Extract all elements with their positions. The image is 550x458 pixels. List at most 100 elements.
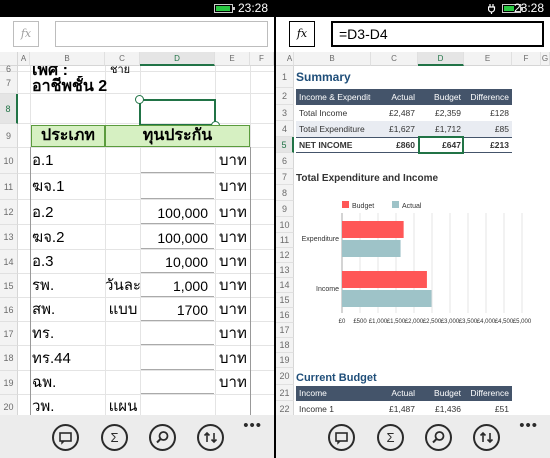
cell-type: อ.3 (32, 253, 54, 270)
summary-cell[interactable]: £2,487 (371, 105, 418, 121)
row-header-8[interactable]: 8 (276, 185, 294, 201)
category-label: Expenditure (302, 236, 339, 243)
row-header-2[interactable]: 2 (276, 88, 294, 105)
row-header-14[interactable]: 14 (276, 278, 294, 293)
gridline (105, 66, 106, 415)
row-header-12[interactable]: 12 (276, 248, 294, 263)
row-header-22[interactable]: 22 (276, 401, 294, 415)
column-header-d[interactable]: D (418, 52, 464, 66)
row-header-13[interactable]: 13 (0, 225, 18, 250)
app-bar: Σ ••• (0, 415, 274, 458)
row-header-20[interactable]: 20 (276, 368, 294, 385)
column-header-a[interactable]: A (18, 52, 30, 66)
sheets-icon[interactable] (52, 424, 79, 451)
column-header-b[interactable]: B (30, 52, 105, 66)
row-header-7[interactable]: 7 (0, 72, 18, 94)
search-icon[interactable] (149, 424, 176, 451)
row-header-16[interactable]: 16 (0, 298, 18, 322)
spreadsheet-grid[interactable]: A B C D E F G 1 2 3 4 5 6 7 8 9 10 11 12 13 14 15 16 17 18 19 20 21… (276, 52, 550, 415)
row-header-12[interactable]: 12 (0, 200, 18, 225)
amount-field[interactable] (141, 348, 214, 370)
column-header-c[interactable]: C (105, 52, 140, 66)
row-header-14[interactable]: 14 (0, 250, 18, 274)
sheets-icon[interactable] (328, 424, 355, 451)
row-header-19[interactable]: 19 (276, 353, 294, 368)
row-header-6[interactable]: 6 (276, 153, 294, 169)
current-cell[interactable]: £1,436 (418, 401, 464, 415)
row-header-16[interactable]: 16 (276, 308, 294, 323)
selection-handle-top-left[interactable] (135, 95, 144, 104)
column-header-e[interactable]: E (215, 52, 250, 66)
column-header-c[interactable]: C (371, 52, 418, 66)
amount-field[interactable]: 1,000 (141, 276, 214, 297)
row-header-10[interactable]: 10 (276, 217, 294, 233)
row-header-1[interactable]: 1 (276, 66, 294, 88)
row-header-18[interactable]: 18 (0, 346, 18, 371)
amount-field[interactable]: 100,000 (141, 202, 214, 224)
summary-cell[interactable]: £1,627 (371, 121, 418, 137)
row-header-9[interactable]: 9 (0, 124, 18, 148)
formula-input[interactable] (55, 21, 268, 47)
column-header-d[interactable]: D (140, 52, 215, 66)
summary-cell[interactable]: Total Income (296, 105, 371, 121)
summary-cell[interactable]: Total Expenditure (296, 121, 371, 137)
row-header-8[interactable]: 8 (0, 94, 18, 124)
sort-icon[interactable] (473, 424, 500, 451)
more-button[interactable]: ••• (519, 417, 538, 434)
row-header-21[interactable]: 21 (276, 385, 294, 401)
summary-cell[interactable]: £128 (464, 105, 512, 121)
row-header-9[interactable]: 9 (276, 201, 294, 217)
row-header-4[interactable]: 4 (276, 121, 294, 137)
amount-field[interactable] (141, 397, 214, 415)
function-button[interactable]: fx (289, 21, 315, 47)
summary-cell[interactable]: £2,359 (418, 105, 464, 121)
column-header-a[interactable]: A (286, 52, 294, 66)
column-header-g[interactable]: G (541, 52, 550, 66)
amount-field[interactable]: 10,000 (141, 252, 214, 273)
function-button[interactable]: fx (13, 21, 39, 47)
amount-field[interactable]: 100,000 (141, 227, 214, 249)
search-icon[interactable] (425, 424, 452, 451)
summary-cell[interactable]: £85 (464, 121, 512, 137)
row-header-15[interactable]: 15 (276, 293, 294, 308)
row-header-7[interactable]: 7 (276, 169, 294, 185)
selected-cell-d5[interactable] (418, 136, 464, 154)
row-header-11[interactable]: 11 (276, 233, 294, 248)
autosum-icon[interactable]: Σ (101, 424, 128, 451)
row-header-18[interactable]: 18 (276, 338, 294, 353)
row-header-17[interactable]: 17 (0, 322, 18, 346)
amount-field[interactable] (141, 373, 214, 394)
summary-col-header: Actual (371, 89, 418, 105)
cell-unit: บาท (219, 301, 247, 318)
current-col-header: Actual (371, 386, 418, 401)
amount-field[interactable]: 1700 (141, 300, 214, 321)
formula-input[interactable]: =D3-D4 (331, 21, 544, 47)
column-header-f[interactable]: F (250, 52, 274, 66)
current-cell[interactable]: £1,487 (371, 401, 418, 415)
row-header-3[interactable]: 3 (276, 105, 294, 121)
row-header-11[interactable]: 11 (0, 174, 18, 200)
row-header-17[interactable]: 17 (276, 323, 294, 338)
row-header-10[interactable]: 10 (0, 148, 18, 174)
amount-field[interactable] (141, 150, 214, 173)
current-cell[interactable]: £51 (464, 401, 512, 415)
summary-cell[interactable]: £1,712 (418, 121, 464, 137)
current-cell[interactable]: Income 1 (296, 401, 371, 415)
column-header-b[interactable]: B (294, 52, 371, 66)
row-header-19[interactable]: 19 (0, 371, 18, 395)
sort-icon[interactable] (197, 424, 224, 451)
row-header-15[interactable]: 15 (0, 274, 18, 298)
autosum-icon[interactable]: Σ (377, 424, 404, 451)
more-button[interactable]: ••• (243, 417, 262, 434)
column-header-e[interactable]: E (464, 52, 512, 66)
selected-cell-d8[interactable] (139, 99, 216, 126)
spreadsheet-grid[interactable]: A B C D E F 6 7 8 9 10 11 12 13 14 15 16 17 18 19 20 เพศ : ชาย… (0, 52, 274, 415)
row-header-13[interactable]: 13 (276, 263, 294, 278)
amount-field[interactable] (141, 176, 214, 199)
column-header-f[interactable]: F (512, 52, 541, 66)
cell-type: วพ. (32, 398, 55, 415)
amount-field[interactable] (141, 324, 214, 345)
cell-type: ฉพ. (32, 374, 57, 391)
row-header-20[interactable]: 20 (0, 395, 18, 415)
row-header-5[interactable]: 5 (276, 137, 294, 153)
